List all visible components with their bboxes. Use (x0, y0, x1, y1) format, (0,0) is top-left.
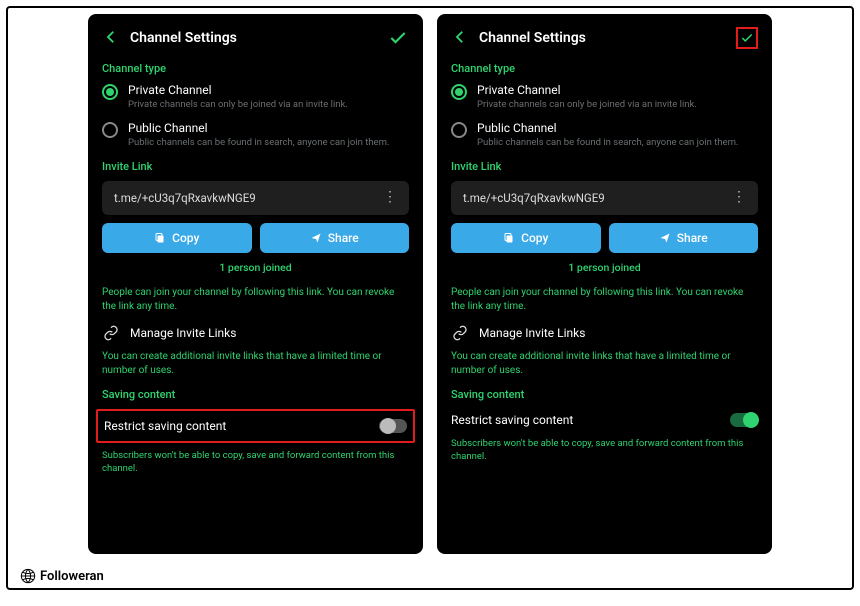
manage-desc: You can create additional invite links t… (102, 350, 409, 378)
manage-text: Manage Invite Links (479, 326, 585, 340)
private-desc: Private channels can only be joined via … (477, 99, 758, 111)
invite-link-text: t.me/+cU3q7qRxavkwNGE9 (463, 191, 605, 205)
watermark: Followeran (20, 568, 104, 584)
more-dots-icon[interactable]: ⋮ (383, 195, 397, 201)
share-label: Share (677, 231, 708, 245)
channel-type-label: Channel type (451, 62, 758, 75)
toggle-on-icon[interactable] (730, 413, 758, 427)
copy-icon (154, 232, 166, 244)
button-row: Copy Share (451, 223, 758, 253)
saving-label: Saving content (451, 388, 758, 401)
link-icon (451, 324, 469, 342)
radio-public[interactable]: Public Channel Public channels can be fo… (102, 121, 409, 149)
public-title: Public Channel (128, 121, 409, 135)
radio-icon-unselected (451, 122, 467, 138)
header: Channel Settings (102, 24, 409, 52)
page-title: Channel Settings (479, 30, 736, 46)
invite-link-text: t.me/+cU3q7qRxavkwNGE9 (114, 191, 256, 205)
radio-public[interactable]: Public Channel Public channels can be fo… (451, 121, 758, 149)
saving-label: Saving content (102, 388, 409, 401)
joined-count: 1 person joined (102, 261, 409, 274)
radio-icon-unselected (102, 122, 118, 138)
radio-private[interactable]: Private Channel Private channels can onl… (102, 83, 409, 111)
globe-icon (20, 568, 36, 584)
manage-text: Manage Invite Links (130, 326, 236, 340)
confirm-check-icon[interactable] (387, 27, 409, 49)
restrict-highlight-box: Restrict saving content (96, 409, 415, 443)
joined-count: 1 person joined (451, 261, 758, 274)
private-title: Private Channel (128, 83, 409, 97)
channel-type-label: Channel type (102, 62, 409, 75)
invite-desc: People can join your channel by followin… (102, 286, 409, 314)
invite-link-box[interactable]: t.me/+cU3q7qRxavkwNGE9 ⋮ (102, 181, 409, 215)
restrict-label: Restrict saving content (451, 413, 573, 427)
more-dots-icon[interactable]: ⋮ (732, 195, 746, 201)
share-button[interactable]: Share (260, 223, 410, 253)
restrict-label: Restrict saving content (104, 419, 226, 433)
button-row: Copy Share (102, 223, 409, 253)
share-button[interactable]: Share (609, 223, 759, 253)
radio-icon-selected (451, 84, 467, 100)
copy-label: Copy (172, 231, 199, 245)
share-icon (659, 232, 671, 244)
phone-right: Channel Settings Channel type Private Ch… (437, 14, 772, 554)
manage-desc: You can create additional invite links t… (451, 350, 758, 378)
public-desc: Public channels can be found in search, … (477, 137, 758, 149)
private-title: Private Channel (477, 83, 758, 97)
invite-link-label: Invite Link (451, 160, 758, 173)
copy-icon (503, 232, 515, 244)
restrict-desc: Subscribers won't be able to copy, save … (102, 449, 409, 476)
watermark-text: Followeran (40, 569, 104, 584)
restrict-toggle-row[interactable]: Restrict saving content (104, 415, 407, 437)
manage-invite-links[interactable]: Manage Invite Links (102, 324, 409, 342)
public-desc: Public channels can be found in search, … (128, 137, 409, 149)
link-icon (102, 324, 120, 342)
restrict-toggle-row[interactable]: Restrict saving content (451, 409, 758, 431)
public-title: Public Channel (477, 121, 758, 135)
invite-link-label: Invite Link (102, 160, 409, 173)
share-label: Share (328, 231, 359, 245)
copy-label: Copy (521, 231, 548, 245)
restrict-desc: Subscribers won't be able to copy, save … (451, 437, 758, 464)
manage-invite-links[interactable]: Manage Invite Links (451, 324, 758, 342)
phone-left: Channel Settings Channel type Private Ch… (88, 14, 423, 554)
confirm-check-icon-highlighted[interactable] (736, 27, 758, 49)
toggle-off-icon[interactable] (379, 419, 407, 433)
invite-desc: People can join your channel by followin… (451, 286, 758, 314)
back-icon[interactable] (102, 28, 122, 49)
private-desc: Private channels can only be joined via … (128, 99, 409, 111)
radio-icon-selected (102, 84, 118, 100)
header: Channel Settings (451, 24, 758, 52)
radio-private[interactable]: Private Channel Private channels can onl… (451, 83, 758, 111)
copy-button[interactable]: Copy (102, 223, 252, 253)
page-title: Channel Settings (130, 30, 387, 46)
copy-button[interactable]: Copy (451, 223, 601, 253)
share-icon (310, 232, 322, 244)
invite-link-box[interactable]: t.me/+cU3q7qRxavkwNGE9 ⋮ (451, 181, 758, 215)
back-icon[interactable] (451, 28, 471, 49)
